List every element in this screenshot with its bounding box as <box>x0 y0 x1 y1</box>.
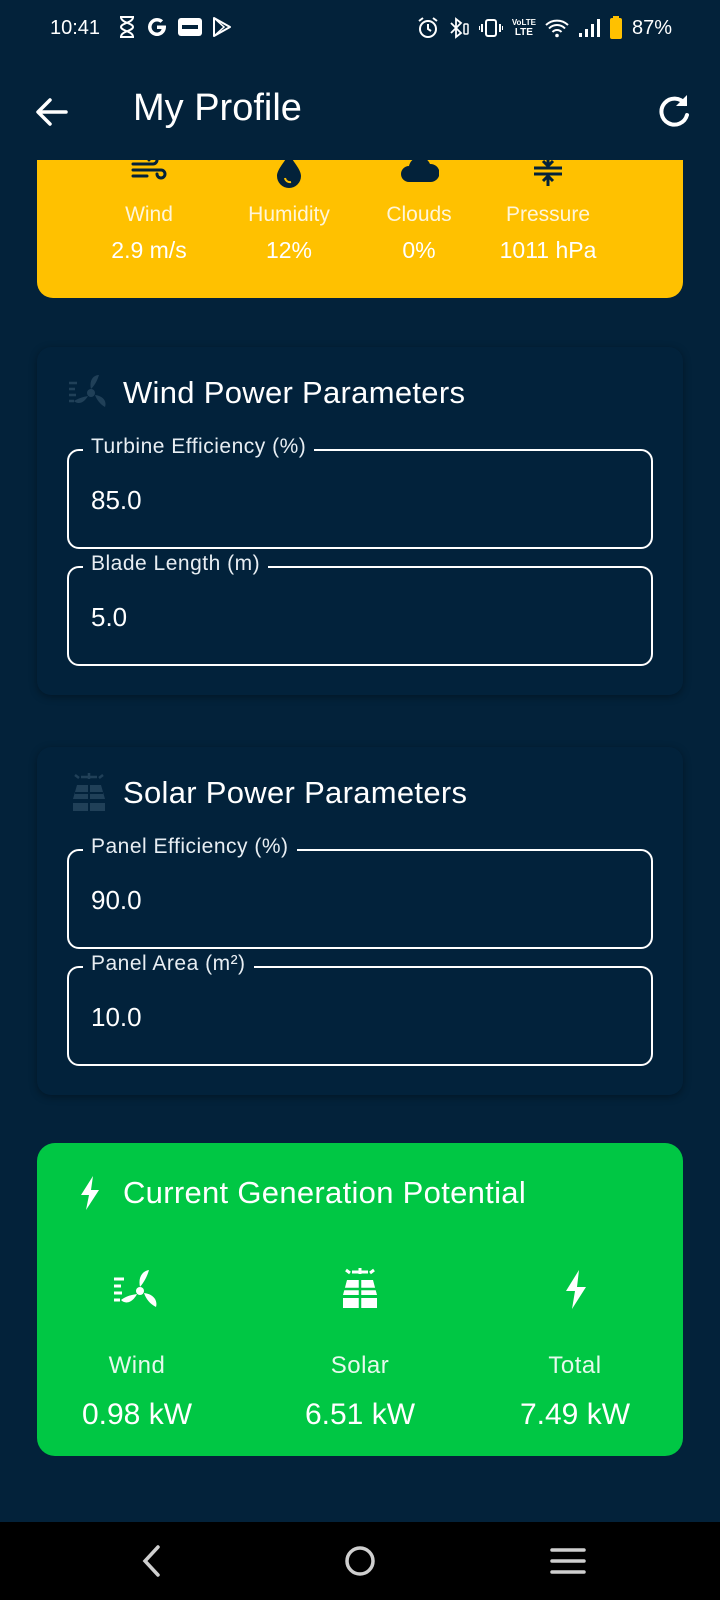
weather-label: Humidity <box>248 203 330 226</box>
generation-value: 7.49 kW <box>519 1398 631 1431</box>
wind-turbine-icon <box>114 1270 157 1307</box>
volte-icon: VoLTE LTE <box>512 18 536 38</box>
refresh-icon[interactable] <box>652 90 696 134</box>
weather-pressure: Pressure 1011 hPa <box>493 152 603 264</box>
panel-area-input[interactable] <box>91 1002 631 1033</box>
app-bar: My Profile <box>0 60 720 160</box>
panel-efficiency-field[interactable]: Panel Efficiency (%) <box>67 835 653 949</box>
generation-total: Total 7.49 kW <box>485 1267 665 1432</box>
status-left-icons <box>118 16 232 38</box>
status-time: 10:41 <box>50 17 101 39</box>
turbine-efficiency-input[interactable] <box>91 485 631 516</box>
generation-label: Total <box>548 1352 602 1379</box>
nav-recents-icon[interactable] <box>543 1538 593 1584</box>
generation-label: Wind <box>108 1352 166 1379</box>
weather-clouds: Clouds 0% <box>376 152 462 264</box>
generation-value: 6.51 kW <box>304 1398 416 1431</box>
weather-value: 0% <box>402 237 436 263</box>
play-store-icon <box>213 17 231 37</box>
volte-bottom: LTE <box>514 27 533 38</box>
turbine-efficiency-label: Turbine Efficiency (%) <box>83 435 315 459</box>
generation-header: Current Generation Potential <box>79 1175 526 1211</box>
generation-wind: Wind 0.98 kW <box>47 1267 227 1432</box>
nav-back-icon[interactable] <box>127 1538 177 1584</box>
solar-panel-icon <box>343 1268 377 1308</box>
wind-params-header: Wind Power Parameters <box>67 371 465 415</box>
bolt-icon <box>566 1270 586 1309</box>
blade-length-label: Blade Length (m) <box>83 552 269 576</box>
wind-parameters-card: Wind Power Parameters Turbine Efficiency… <box>37 347 683 695</box>
page-title: My Profile <box>133 87 302 129</box>
paytm-icon <box>178 18 202 36</box>
bolt-icon <box>81 1176 99 1210</box>
generation-potential-card: Current Generation Potential Wind 0.98 k… <box>37 1143 683 1456</box>
panel-area-field[interactable]: Panel Area (m²) <box>67 952 653 1066</box>
google-icon <box>148 18 167 37</box>
system-nav-bar <box>0 1522 720 1600</box>
generation-value: 0.98 kW <box>81 1398 193 1431</box>
weather-wind: Wind 2.9 m/s <box>104 152 194 264</box>
blade-length-input[interactable] <box>91 602 631 633</box>
status-bar: 10:41 VoLTE LTE 87% <box>0 0 720 60</box>
generation-label: Solar <box>330 1352 390 1379</box>
solar-params-header: Solar Power Parameters <box>67 771 467 815</box>
wifi-icon <box>545 19 569 38</box>
signal-icon <box>578 19 600 37</box>
weather-value: 12% <box>265 237 313 263</box>
alarm-icon <box>418 17 438 38</box>
nav-home-icon[interactable] <box>335 1538 385 1584</box>
bluetooth-icon <box>450 17 469 39</box>
weather-value: 2.9 m/s <box>111 237 187 263</box>
battery-percent: 87% <box>631 16 672 39</box>
weather-value: 1011 hPa <box>499 237 597 263</box>
panel-efficiency-label: Panel Efficiency (%) <box>83 835 297 859</box>
profile-screen: 10:41 VoLTE LTE 87% Wind 2.9 m/s Humidit… <box>0 0 720 1600</box>
weather-humidity: Humidity 12% <box>233 152 345 264</box>
panel-efficiency-input[interactable] <box>91 885 631 916</box>
wind-params-title: Wind Power Parameters <box>123 375 466 410</box>
hourglass-icon <box>119 16 135 38</box>
panel-area-label: Panel Area (m²) <box>83 952 254 976</box>
solar-panel-icon <box>73 773 105 811</box>
solar-params-title: Solar Power Parameters <box>123 775 468 810</box>
generation-solar: Solar 6.51 kW <box>270 1267 450 1432</box>
solar-parameters-card: Solar Power Parameters Panel Efficiency … <box>37 747 683 1095</box>
blade-length-field[interactable]: Blade Length (m) <box>67 552 653 666</box>
vibrate-icon <box>478 19 503 37</box>
status-right-icons: VoLTE LTE 87% <box>417 16 672 40</box>
arrow-back-icon[interactable] <box>30 90 74 134</box>
wind-turbine-icon <box>69 375 106 407</box>
battery-icon <box>609 16 622 39</box>
weather-label: Clouds <box>386 203 452 226</box>
turbine-efficiency-field[interactable]: Turbine Efficiency (%) <box>67 435 653 549</box>
weather-label: Wind <box>125 203 173 226</box>
weather-label: Pressure <box>505 203 591 226</box>
generation-title: Current Generation Potential <box>123 1175 527 1210</box>
